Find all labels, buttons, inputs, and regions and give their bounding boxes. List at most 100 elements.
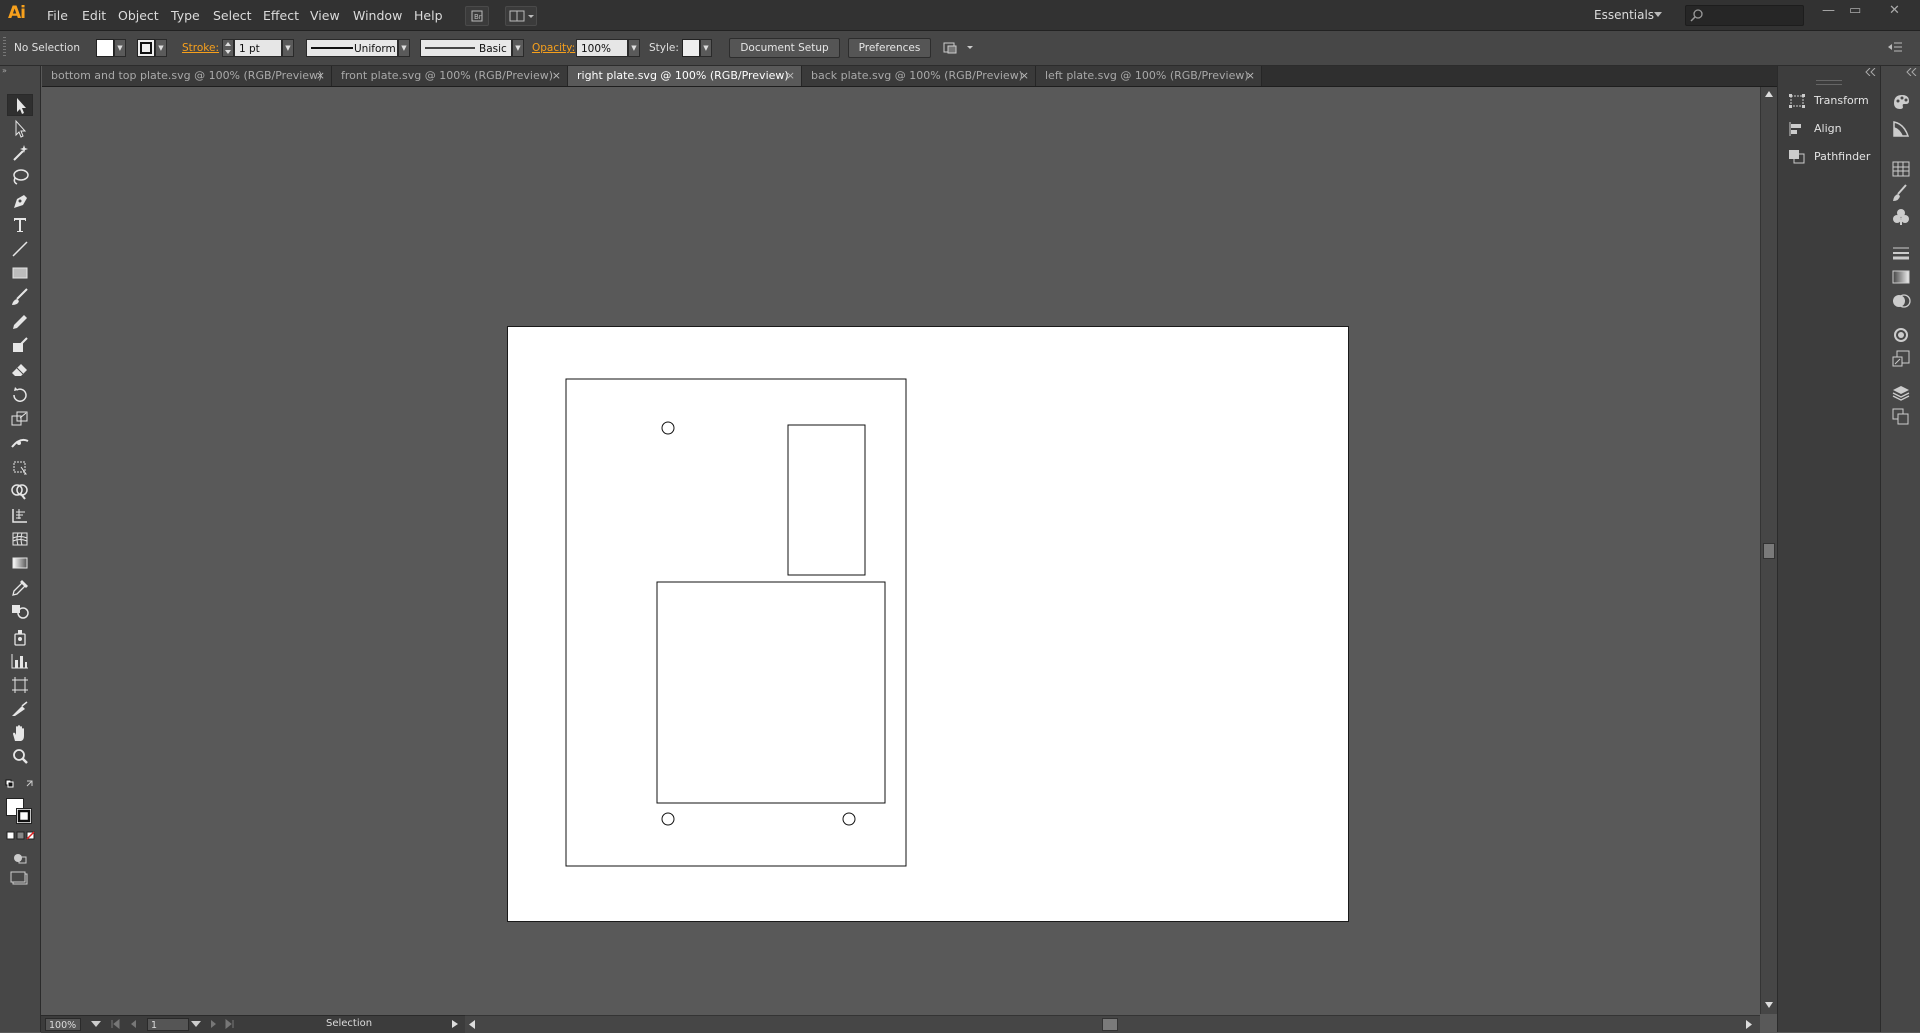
artboard-dropdown-icon[interactable]	[191, 1020, 201, 1028]
stroke-label[interactable]: Stroke:	[182, 42, 219, 54]
shape-builder-tool[interactable]	[7, 480, 33, 502]
opacity-field[interactable]: 100%	[576, 39, 628, 57]
menu-select[interactable]: Select	[213, 8, 252, 23]
scroll-right-icon[interactable]	[1746, 1020, 1752, 1029]
menu-window[interactable]: Window	[353, 8, 402, 23]
stroke-weight-dropdown[interactable]: ▼	[282, 39, 294, 57]
zoom-tool[interactable]	[7, 746, 33, 768]
pathfinder-panel-button[interactable]: Pathfinder	[1788, 146, 1876, 168]
magic-wand-tool[interactable]	[7, 142, 33, 164]
blob-brush-tool[interactable]	[7, 334, 33, 356]
variable-width-profile[interactable]: Uniform	[306, 39, 398, 57]
artboards-icon[interactable]	[1890, 406, 1912, 428]
tab-bottom-and-top-plate[interactable]: bottom and top plate.svg @ 100% (RGB/Pre…	[42, 66, 332, 86]
menu-view[interactable]: View	[310, 8, 340, 23]
scroll-down-icon[interactable]	[1765, 1002, 1773, 1008]
brush-definition[interactable]: Basic	[420, 39, 512, 57]
tools-collapse-icon[interactable]: »	[2, 66, 38, 76]
document-canvas[interactable]	[41, 87, 1760, 1014]
layers-icon[interactable]	[1890, 382, 1912, 404]
pencil-tool[interactable]	[7, 310, 33, 332]
bridge-button[interactable]: Br	[465, 6, 489, 26]
tab-right-plate[interactable]: right plate.svg @ 100% (RGB/Preview) ×	[568, 66, 802, 86]
artboard-number-field[interactable]: 1	[147, 1018, 189, 1031]
direct-selection-tool[interactable]	[7, 118, 33, 140]
icon-dock-expand-icon[interactable]	[1905, 68, 1917, 76]
width-tool[interactable]	[7, 432, 33, 454]
tab-close-icon[interactable]: ×	[316, 66, 325, 86]
menu-object[interactable]: Object	[118, 8, 159, 23]
status-menu-arrow-icon[interactable]	[451, 1019, 459, 1029]
gradient-tool[interactable]	[7, 552, 33, 574]
symbol-sprayer-tool[interactable]	[7, 626, 33, 648]
line-segment-tool[interactable]	[7, 238, 33, 260]
slice-tool[interactable]	[7, 698, 33, 720]
graphic-styles-icon[interactable]	[1890, 348, 1912, 370]
arrange-documents-button[interactable]	[505, 6, 537, 26]
graphic-style-dropdown[interactable]: ▼	[700, 39, 712, 57]
minimize-button[interactable]: —	[1822, 3, 1835, 18]
drawing-modes-icon[interactable]	[11, 851, 29, 865]
opacity-label[interactable]: Opacity:	[532, 42, 575, 54]
rectangle-tool[interactable]	[7, 262, 33, 284]
type-tool[interactable]	[7, 214, 33, 236]
eraser-tool[interactable]	[7, 358, 33, 380]
screen-mode-icon[interactable]	[10, 871, 30, 885]
small-rectangle-cutout[interactable]	[787, 424, 866, 576]
scroll-up-icon[interactable]	[1765, 91, 1773, 97]
hand-tool[interactable]	[7, 722, 33, 744]
stroke-swatch[interactable]	[137, 39, 155, 57]
document-setup-button[interactable]: Document Setup	[729, 38, 840, 58]
mounting-hole[interactable]	[661, 421, 675, 435]
transparency-icon[interactable]	[1890, 290, 1912, 312]
horizontal-scroll-thumb[interactable]	[1102, 1018, 1118, 1031]
arrange-menu-icon[interactable]	[943, 40, 975, 56]
workspace-switcher[interactable]: Essentials	[1594, 8, 1654, 22]
preferences-button[interactable]: Preferences	[848, 38, 931, 58]
fill-dropdown[interactable]: ▼	[114, 39, 126, 57]
large-square-cutout[interactable]	[656, 581, 886, 804]
control-panel-menu-icon[interactable]	[1887, 40, 1903, 54]
scroll-left-icon[interactable]	[469, 1020, 475, 1029]
stroke-panel-icon[interactable]	[1890, 242, 1912, 264]
gradient-panel-icon[interactable]	[1890, 266, 1912, 288]
close-button[interactable]: ✕	[1889, 3, 1900, 18]
menu-edit[interactable]: Edit	[82, 8, 106, 23]
default-and-swap-colors-icon[interactable]	[4, 778, 36, 792]
column-graph-tool[interactable]	[7, 650, 33, 672]
zoom-dropdown-icon[interactable]	[91, 1020, 101, 1028]
appearance-icon[interactable]	[1890, 324, 1912, 346]
artboard[interactable]	[507, 326, 1349, 922]
graphic-style-swatch[interactable]	[682, 39, 700, 57]
stroke-weight-field[interactable]: 1 pt	[234, 39, 282, 57]
vertical-scroll-thumb[interactable]	[1763, 543, 1775, 559]
artwork[interactable]	[508, 327, 1348, 921]
tab-close-icon[interactable]: ×	[1020, 66, 1029, 86]
dock-collapse-icon[interactable]	[1864, 68, 1876, 76]
color-guide-icon[interactable]	[1890, 118, 1912, 140]
eyedropper-tool[interactable]	[7, 576, 33, 598]
paintbrush-tool[interactable]	[7, 286, 33, 308]
brushes-icon[interactable]	[1890, 182, 1912, 204]
mesh-tool[interactable]	[7, 528, 33, 550]
artboard-tool[interactable]	[7, 674, 33, 696]
color-icon[interactable]	[1890, 90, 1912, 112]
selection-tool[interactable]	[7, 94, 33, 116]
tab-close-icon[interactable]: ×	[1246, 66, 1255, 86]
brush-dropdown[interactable]: ▼	[512, 39, 524, 57]
rotate-tool[interactable]	[7, 384, 33, 406]
color-gradient-none-icon[interactable]	[6, 831, 36, 841]
tab-close-icon[interactable]: ×	[552, 66, 561, 86]
swatches-icon[interactable]	[1890, 158, 1912, 180]
align-panel-button[interactable]: Align	[1788, 118, 1876, 140]
stroke-dropdown[interactable]: ▼	[155, 39, 167, 57]
search-input[interactable]	[1685, 5, 1804, 26]
mounting-hole[interactable]	[661, 812, 675, 826]
dock-grip[interactable]	[1816, 80, 1842, 85]
restore-button[interactable]: ▭	[1849, 3, 1861, 18]
menu-type[interactable]: Type	[171, 8, 200, 23]
free-transform-tool[interactable]	[7, 456, 33, 478]
blend-tool[interactable]	[7, 600, 33, 622]
tab-close-icon[interactable]: ×	[786, 66, 795, 86]
zoom-field[interactable]: 100%	[45, 1018, 81, 1031]
